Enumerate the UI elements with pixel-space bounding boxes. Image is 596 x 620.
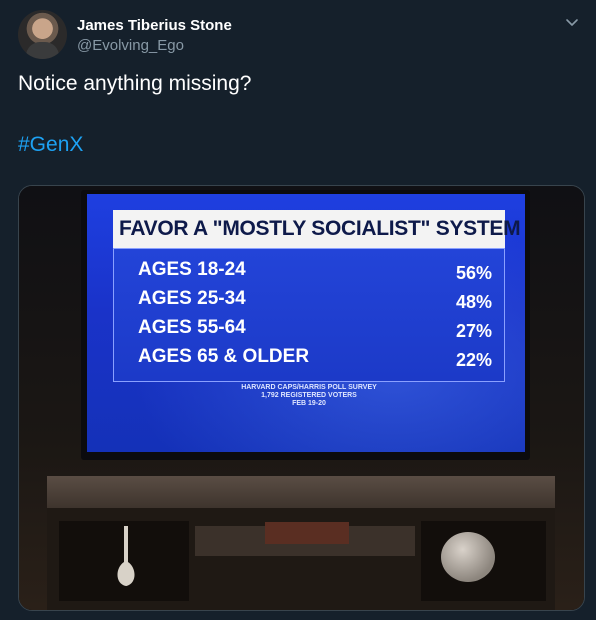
poll-percent: 22%: [455, 350, 492, 370]
poll-percent: 48%: [455, 292, 492, 312]
poll-row: AGES 65 & OLDER 22%: [138, 346, 492, 374]
poll-percent: 56%: [455, 263, 492, 283]
poll-age-label: AGES 55-64: [138, 317, 246, 338]
poll-age-label: AGES 65 & OLDER: [138, 346, 310, 367]
avatar[interactable]: [18, 10, 67, 59]
hashtag-link[interactable]: #GenX: [18, 133, 83, 157]
vase-icon: [117, 526, 135, 586]
poll-age-label: AGES 25-34: [138, 288, 246, 309]
tweet: James Tiberius Stone @Evolving_Ego Notic…: [0, 0, 596, 620]
poll-headline: FAVOR A "MOSTLY SOCIALIST" SYSTEM: [113, 210, 521, 248]
poll-source-line: 1,792 REGISTERED VOTERS: [261, 392, 357, 399]
decor-ball: [441, 532, 495, 582]
tweet-photo[interactable]: FAVOR A "MOSTLY SOCIALIST" SYSTEM AGES 1…: [18, 185, 585, 611]
chevron-down-icon[interactable]: [564, 14, 580, 30]
poll-source: HARVARD CAPS/HARRIS POLL SURVEY 1,792 RE…: [113, 384, 505, 408]
decor-box: [265, 522, 349, 544]
poll-percent: 27%: [455, 321, 492, 341]
poll-age-label: AGES 18-24: [138, 259, 246, 280]
poll-source-line: FEB 19-20: [292, 400, 326, 407]
poll-source-line: HARVARD CAPS/HARRIS POLL SURVEY: [241, 384, 377, 391]
poll-panel: AGES 18-24 56% AGES 25-34 48% AGES 55-64…: [113, 248, 505, 382]
tweet-text: Notice anything missing?: [18, 72, 252, 95]
poll-row: AGES 18-24 56%: [138, 259, 492, 287]
author-handle[interactable]: @Evolving_Ego: [77, 37, 184, 54]
tv-stand-top: [47, 476, 555, 508]
poll-row: AGES 25-34 48%: [138, 288, 492, 316]
poll-row: AGES 55-64 27%: [138, 317, 492, 345]
author-name[interactable]: James Tiberius Stone: [77, 17, 232, 34]
avatar-shirt: [26, 42, 59, 59]
